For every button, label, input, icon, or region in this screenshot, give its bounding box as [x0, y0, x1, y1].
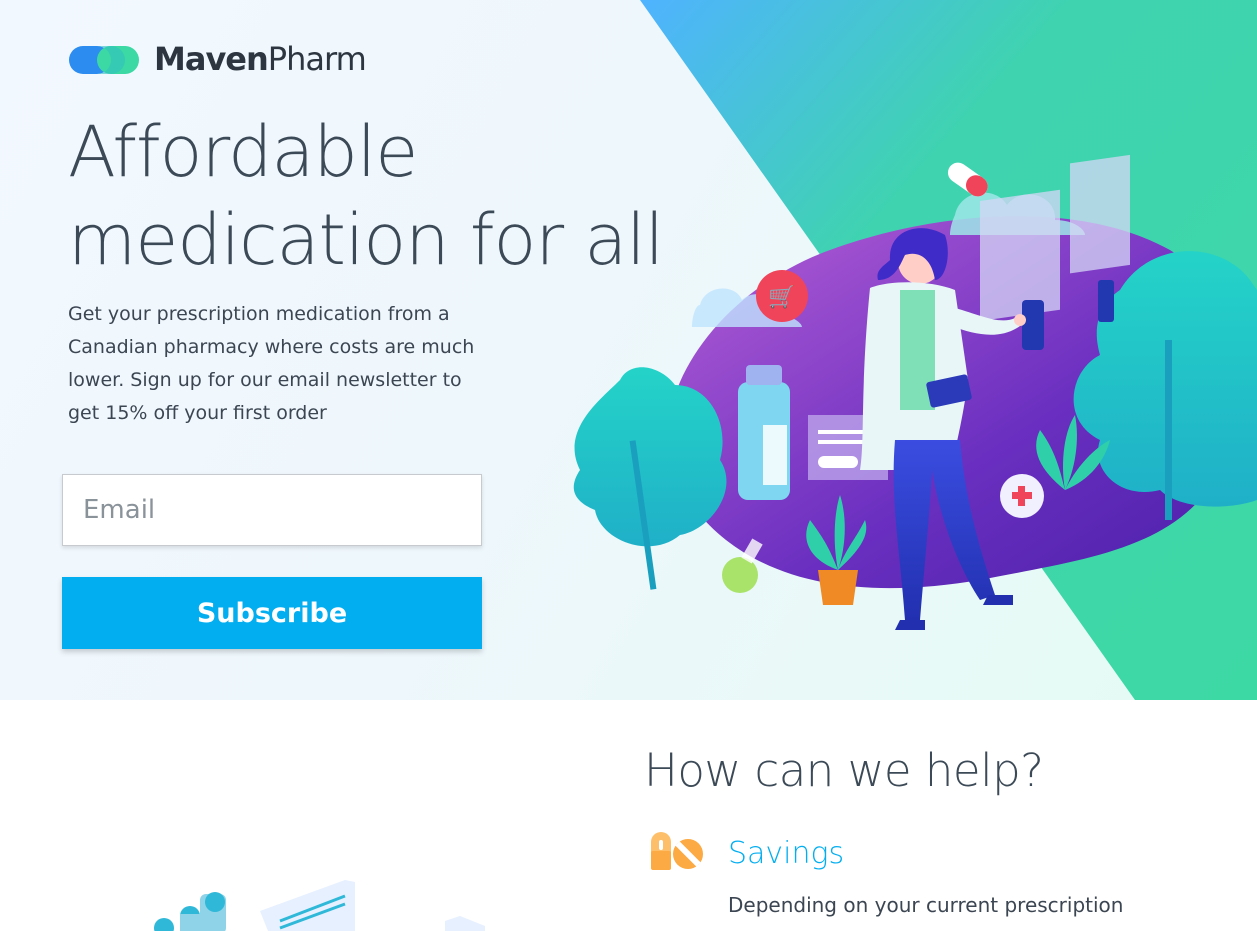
hero-description: Get your prescription medication from a …: [68, 303, 475, 424]
feature-title-savings: Savings: [728, 836, 845, 871]
svg-text:🛒: 🛒: [768, 284, 795, 310]
pills-icon: [651, 832, 703, 870]
pharmacy-bottles-illustration: [154, 880, 485, 931]
subscribe-button[interactable]: Subscribe: [62, 577, 482, 649]
email-input[interactable]: [62, 474, 482, 546]
help-section-title: How can we help?: [644, 744, 1044, 797]
brand-name: MavenPharm: [154, 40, 367, 78]
brand-logo[interactable]: MavenPharm: [69, 40, 367, 78]
feature-description-savings: Depending on your current prescription: [728, 893, 1124, 917]
pharmacist-illustration: 🛒: [573, 154, 1257, 630]
capsule-logo-icon: [69, 46, 139, 74]
hero-title-line1: Affordable: [68, 111, 418, 193]
hero-section: MavenPharm Affordable medication for all…: [0, 0, 1257, 700]
